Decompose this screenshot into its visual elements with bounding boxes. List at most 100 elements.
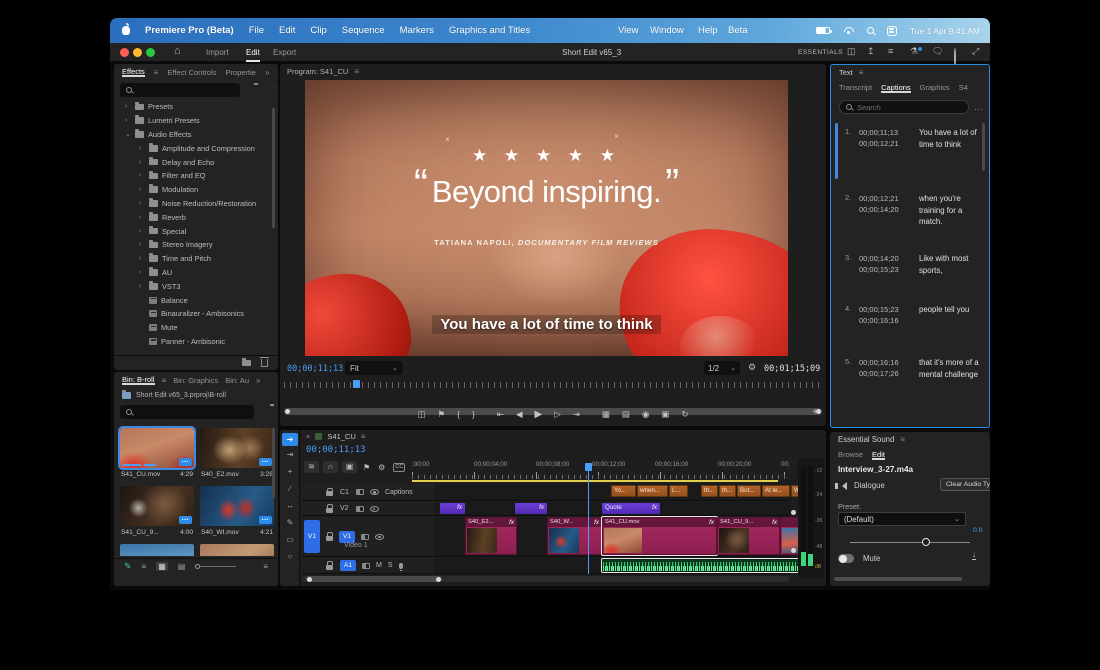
volume-slider-knob[interactable] <box>922 538 930 546</box>
rectangle-tool[interactable]: ▭ <box>280 535 300 544</box>
program-panel-menu-icon[interactable]: ≡ <box>354 67 359 76</box>
tab-graphics[interactable]: Graphics <box>920 83 950 92</box>
captions-search[interactable] <box>839 100 969 114</box>
menu-markers[interactable]: Markers <box>400 25 434 36</box>
es-panel-menu-icon[interactable]: ≡ <box>900 435 905 444</box>
source-patch-v1[interactable]: V1 <box>304 520 320 553</box>
tab-effects[interactable]: Effects <box>122 67 145 77</box>
comment-icon[interactable]: 🗨 <box>932 46 943 57</box>
bin-panel-menu-icon[interactable]: ≡ <box>162 376 167 385</box>
battery-icon[interactable] <box>815 27 832 34</box>
lift-icon[interactable]: ▦ <box>602 409 610 420</box>
play-button-icon[interactable]: ▶ <box>535 409 543 420</box>
track-select-tool[interactable]: ⇥ <box>280 450 300 459</box>
list-view-icon[interactable]: ≡ <box>142 562 147 571</box>
caption-clip[interactable]: But... <box>737 485 761 497</box>
tab-export[interactable]: Export <box>273 43 296 62</box>
add-button-icon[interactable]: + <box>812 407 818 418</box>
effects-search-input[interactable] <box>120 83 240 97</box>
bin-item[interactable]: ••• S41_CU_9... 4:00 <box>120 486 194 536</box>
text-panel-menu-icon[interactable]: ≡ <box>859 68 864 77</box>
tree-item[interactable]: › Noise Reduction/Restoration <box>114 197 278 211</box>
tree-item[interactable]: › AU <box>114 266 278 280</box>
bin-item[interactable]: ••• S41_CU.mov 4:29 <box>118 426 196 478</box>
playback-resolution-dropdown[interactable]: 1/2 ⌄ <box>704 361 740 375</box>
settings-wrench-icon[interactable]: ⚙ <box>748 362 756 373</box>
track-badge-icon[interactable] <box>355 489 364 495</box>
video-clip[interactable]: S41_CU_9... fx <box>717 517 780 555</box>
eye-icon[interactable] <box>369 489 379 495</box>
menu-view[interactable]: View <box>618 25 638 36</box>
hand-tool[interactable]: ○ <box>280 552 300 561</box>
eye-icon[interactable] <box>369 505 379 512</box>
caption-clip[interactable]: when... <box>637 485 668 497</box>
go-to-out-icon[interactable]: ⇥ <box>573 409 580 420</box>
caption-clip[interactable]: th... <box>701 485 718 497</box>
graphic-clip-quote[interactable]: Quote fx <box>602 503 660 514</box>
track-height-handle[interactable] <box>791 548 796 553</box>
eye-icon[interactable] <box>375 533 384 540</box>
fullscreen-icon[interactable]: ⤢ <box>972 46 979 57</box>
tab-s4[interactable]: S4 <box>959 83 968 92</box>
timeline-hscroll-track[interactable] <box>302 576 790 582</box>
captions-more-icon[interactable]: ... <box>974 103 984 112</box>
tree-item[interactable]: › Filter and EQ <box>114 169 278 183</box>
fit-dropdown[interactable]: Fit ⌄ <box>345 361 403 375</box>
wifi-icon[interactable] <box>843 26 854 35</box>
video-clip-selected[interactable]: S41_CU.mov fx <box>601 516 718 556</box>
overlay-settings-icon[interactable]: ▣ <box>661 409 669 420</box>
tab-es-edit[interactable]: Edit <box>872 450 885 460</box>
menu-beta[interactable]: Beta <box>728 25 748 36</box>
menu-window[interactable]: Window <box>650 25 684 36</box>
tree-item[interactable]: › Lumetri Presets <box>114 114 278 128</box>
mark-out-icon[interactable]: } <box>472 409 475 419</box>
tab-bin-audio[interactable]: Bin: Au <box>225 376 249 385</box>
timeline-settings-icon[interactable]: ⚙ <box>378 463 385 472</box>
lock-icon[interactable] <box>326 504 334 513</box>
sequence-tab[interactable]: S41_CU <box>327 432 355 441</box>
tree-item[interactable]: ⌄ Audio Effects <box>114 128 278 142</box>
thumbnail-view-icon[interactable]: ▦ <box>156 562 168 571</box>
close-window-button[interactable] <box>120 48 129 57</box>
selection-tool[interactable]: ➔ <box>282 433 298 446</box>
tab-edit[interactable]: Edit <box>246 43 260 62</box>
captions-scrollbar[interactable] <box>982 123 985 171</box>
menu-sequence[interactable]: Sequence <box>342 25 385 36</box>
razor-tool[interactable]: ∕ <box>280 484 300 493</box>
tree-item[interactable]: › VST3 <box>114 279 278 293</box>
tree-item[interactable]: › Modulation <box>114 183 278 197</box>
solo-track-button[interactable]: S <box>388 562 393 569</box>
workspace-label[interactable]: ESSENTIALS <box>798 43 843 62</box>
control-center-icon[interactable] <box>886 25 897 36</box>
filmstrip-view-icon[interactable]: ▤ <box>178 562 186 571</box>
clip-options-badge[interactable]: ••• <box>179 458 192 466</box>
delete-icon[interactable] <box>260 357 269 367</box>
caption-clip[interactable]: Yo... <box>611 485 636 497</box>
comparison-view-icon[interactable]: ◫ <box>417 409 425 420</box>
go-to-in-icon[interactable]: ⇤ <box>497 409 504 420</box>
bin-search-input[interactable] <box>120 405 254 419</box>
bin-item[interactable]: ••• S40_WI.mov 4:21 <box>200 486 274 536</box>
program-video-frame[interactable]: × × ★ ★ ★ ★ ★ “ Beyond inspiring. ” TATI… <box>305 80 788 356</box>
minimize-window-button[interactable] <box>133 48 142 57</box>
timeline-playhead-head[interactable] <box>585 463 592 471</box>
track-badge-icon[interactable] <box>355 505 364 512</box>
zoom-window-button[interactable] <box>146 48 155 57</box>
save-preset-icon[interactable]: ↓ <box>972 550 976 560</box>
bin-item[interactable]: ••• S40_E2.mov 3:28 <box>200 428 274 478</box>
menu-help[interactable]: Help <box>698 25 718 36</box>
mark-in-icon[interactable]: { <box>457 409 460 419</box>
tree-item-effect[interactable]: Balance <box>114 293 278 307</box>
list-icon[interactable]: ≡ <box>888 46 893 56</box>
share-icon[interactable]: ↥ <box>867 46 875 57</box>
monitor-ruler[interactable] <box>284 382 822 388</box>
apple-menu-icon[interactable] <box>122 23 130 35</box>
tab-effect-controls[interactable]: Effect Controls <box>167 68 216 77</box>
tab-properties[interactable]: Propertie <box>226 68 256 77</box>
essential-sound-title[interactable]: Essential Sound <box>838 435 894 444</box>
track-height-handle[interactable] <box>791 510 796 515</box>
volume-slider-track[interactable] <box>850 542 970 543</box>
bin-item[interactable] <box>200 544 274 556</box>
program-monitor-title[interactable]: Program: S41_CU <box>287 67 348 76</box>
step-back-icon[interactable]: ◀ <box>516 409 523 420</box>
